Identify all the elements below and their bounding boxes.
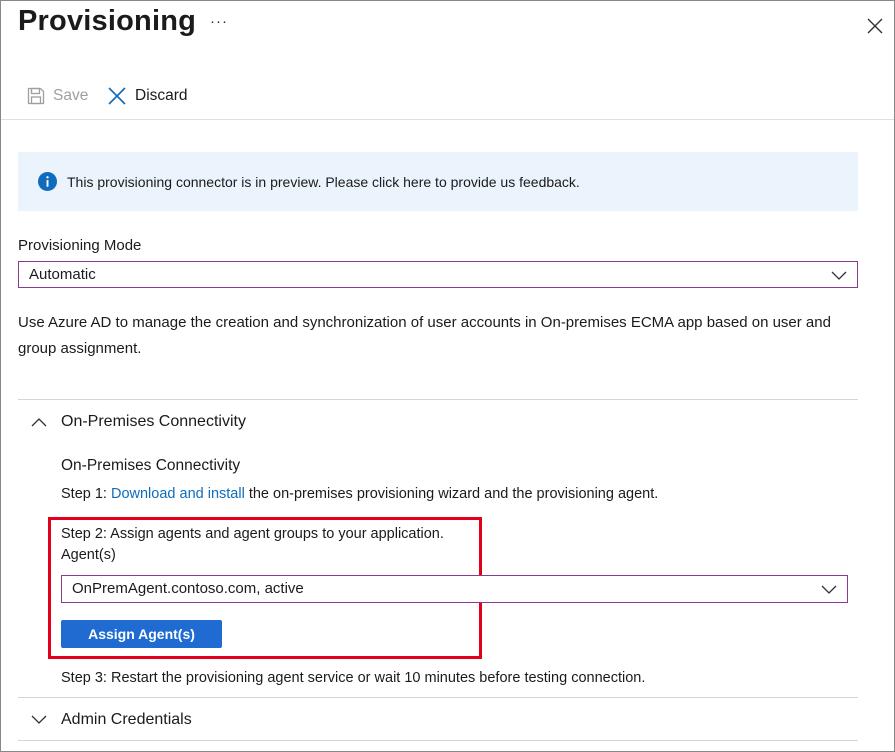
- agents-dropdown-value: OnPremAgent.contoso.com, active: [72, 580, 304, 597]
- close-icon[interactable]: [864, 15, 886, 37]
- step-1-prefix: Step 1:: [61, 486, 111, 502]
- section-divider: [18, 697, 858, 698]
- chevron-down-icon: [821, 585, 837, 594]
- page-title: Provisioning: [18, 5, 197, 37]
- provisioning-mode-dropdown[interactable]: Automatic: [18, 261, 858, 288]
- step-1-text: Step 1: Download and install the on-prem…: [61, 486, 658, 502]
- preview-banner: This provisioning connector is in previe…: [18, 152, 858, 211]
- on-premises-connectivity-toggle[interactable]: On-Premises Connectivity: [31, 409, 246, 435]
- discard-label: Discard: [135, 87, 188, 104]
- step-2-text: Step 2: Assign agents and agent groups t…: [61, 526, 444, 542]
- provisioning-description: Use Azure AD to manage the creation and …: [18, 314, 831, 357]
- connectivity-section-title: On-Premises Connectivity: [61, 457, 241, 474]
- feedback-banner-text[interactable]: This provisioning connector is in previe…: [67, 174, 580, 190]
- provisioning-mode-label: Provisioning Mode: [18, 237, 142, 254]
- download-and-install-link[interactable]: Download and install: [111, 486, 245, 502]
- on-premises-connectivity-header: On-Premises Connectivity: [61, 413, 246, 430]
- save-icon: [27, 87, 45, 105]
- save-button[interactable]: Save: [26, 81, 88, 111]
- chevron-down-icon: [31, 715, 47, 724]
- provisioning-mode-value: Automatic: [29, 266, 96, 283]
- agents-dropdown[interactable]: OnPremAgent.contoso.com, active: [61, 575, 848, 603]
- more-options-button[interactable]: ···: [210, 13, 228, 30]
- discard-icon: [108, 87, 126, 105]
- admin-credentials-toggle[interactable]: Admin Credentials: [31, 707, 192, 733]
- step-1-suffix: the on-premises provisioning wizard and …: [244, 486, 659, 502]
- section-divider: [18, 399, 858, 400]
- chevron-up-icon: [31, 418, 47, 427]
- section-divider: [18, 740, 858, 741]
- provisioning-panel: Provisioning ··· Save Discard This provi…: [0, 0, 895, 752]
- agents-label: Agent(s): [61, 547, 116, 563]
- step-3-text: Step 3: Restart the provisioning agent s…: [61, 670, 646, 686]
- admin-credentials-header: Admin Credentials: [61, 711, 192, 728]
- assign-agents-button[interactable]: Assign Agent(s): [61, 620, 222, 648]
- save-label: Save: [53, 87, 89, 104]
- chevron-down-icon: [831, 271, 847, 280]
- discard-button[interactable]: Discard: [106, 81, 188, 111]
- info-icon: [38, 172, 57, 191]
- panel-header: Provisioning ··· Save Discard: [1, 1, 894, 120]
